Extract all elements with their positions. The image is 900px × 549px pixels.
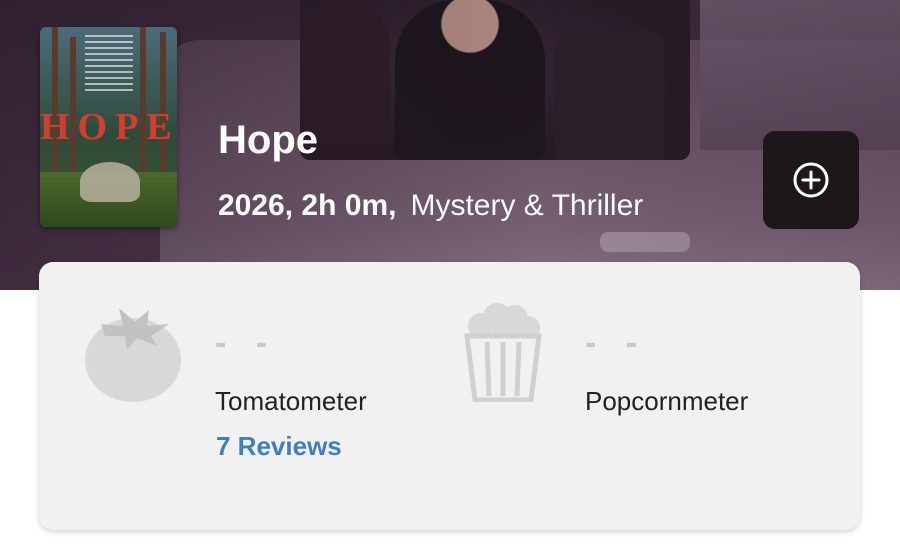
- tomatometer-reviews-link[interactable]: 7 Reviews: [216, 431, 342, 462]
- scores-card: - - Tomatometer 7 Reviews - - Popcornmet…: [39, 262, 860, 530]
- add-to-watchlist-button[interactable]: [763, 131, 859, 229]
- poster-figure: [80, 162, 140, 202]
- movie-year-runtime: 2026, 2h 0m,: [218, 189, 397, 222]
- movie-genre: Mystery & Thriller: [410, 189, 644, 222]
- poster-credits: [85, 35, 133, 95]
- tomatometer-score: - -: [215, 324, 278, 362]
- popcorn-icon: [464, 303, 542, 402]
- plus-circle-icon: [793, 162, 829, 198]
- tomato-icon: [85, 308, 181, 402]
- poster-title: HOPE: [40, 106, 177, 148]
- movie-title: Hope: [218, 118, 318, 162]
- movie-meta: 2026, 2h 0m, Mystery & Thriller: [218, 189, 643, 223]
- popcornmeter-score: - -: [585, 324, 648, 362]
- popcornmeter-label: Popcornmeter: [585, 386, 749, 416]
- movie-poster[interactable]: HOPE: [40, 27, 177, 227]
- tomatometer-label: Tomatometer: [215, 386, 367, 416]
